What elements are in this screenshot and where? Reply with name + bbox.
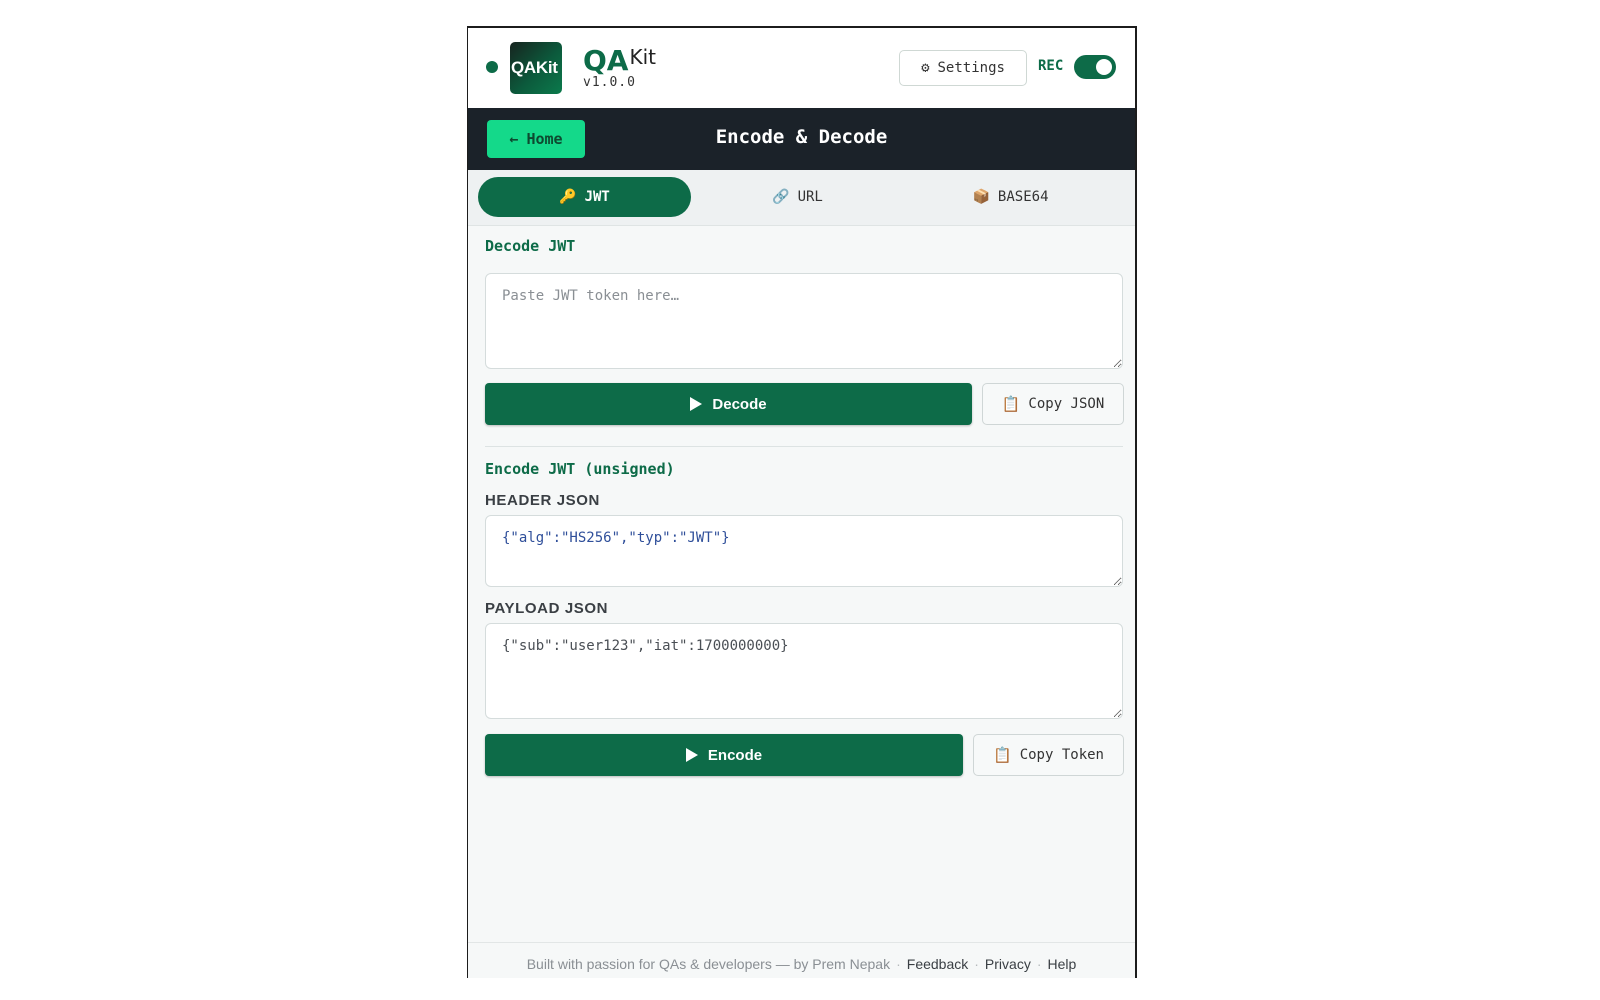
copy-token-button[interactable]: 📋 Copy Token — [973, 734, 1124, 776]
tab-label: JWT — [584, 189, 610, 205]
app-logo: QAKit — [510, 42, 562, 94]
app-version: v1.0.0 — [583, 75, 636, 90]
brand-name: QAKit — [583, 44, 656, 77]
copy-json-button[interactable]: 📋 Copy JSON — [982, 383, 1124, 425]
footer: Built with passion for QAs & developers … — [468, 942, 1135, 978]
tab-bar: 🔑 JWT 🔗 URL 📦 BASE64 — [468, 170, 1135, 226]
extension-popup: QAKit QAKit v1.0.0 ⚙ Settings REC ← Home… — [467, 26, 1137, 978]
clipboard-icon: 📋 — [993, 746, 1012, 764]
rec-toggle[interactable] — [1074, 55, 1116, 79]
brand-qa: QA — [583, 44, 629, 77]
header-json-input[interactable] — [485, 515, 1123, 587]
encode-section-title: Encode JWT (unsigned) — [485, 460, 675, 478]
status-dot — [486, 61, 498, 73]
copy-json-label: Copy JSON — [1028, 396, 1105, 412]
footer-separator: · — [896, 956, 901, 972]
tab-label: BASE64 — [997, 189, 1049, 205]
title-bar: ← Home Encode & Decode — [468, 108, 1135, 170]
tab-jwt[interactable]: 🔑 JWT — [478, 177, 691, 217]
privacy-link[interactable]: Privacy — [985, 956, 1031, 972]
package-icon: 📦 — [972, 189, 990, 205]
clipboard-icon: 📋 — [1001, 395, 1021, 413]
tab-label: URL — [797, 189, 823, 205]
toggle-knob — [1096, 59, 1112, 75]
payload-json-label: PAYLOAD JSON — [485, 600, 609, 617]
header-json-label: HEADER JSON — [485, 492, 600, 509]
section-divider — [485, 446, 1123, 447]
decode-button[interactable]: Decode — [485, 383, 972, 425]
decode-section-title: Decode JWT — [485, 237, 576, 255]
settings-label: Settings — [937, 60, 1005, 76]
gear-icon: ⚙ — [921, 60, 930, 76]
settings-button[interactable]: ⚙ Settings — [899, 50, 1027, 86]
footer-credit: Built with passion for QAs & developers … — [526, 956, 891, 972]
payload-json-input[interactable] — [485, 623, 1123, 719]
brand-kit: Kit — [629, 45, 656, 69]
link-icon: 🔗 — [772, 189, 790, 205]
footer-separator: · — [1036, 956, 1042, 972]
play-icon — [690, 397, 703, 411]
decode-label: Decode — [712, 395, 767, 413]
play-icon — [685, 748, 698, 762]
encode-button[interactable]: Encode — [485, 734, 963, 776]
tab-url[interactable]: 🔗 URL — [691, 177, 904, 217]
feedback-link[interactable]: Feedback — [907, 956, 968, 972]
jwt-token-input[interactable] — [485, 273, 1123, 369]
help-link[interactable]: Help — [1048, 956, 1077, 972]
key-icon: 🔑 — [559, 189, 577, 205]
encode-label: Encode — [707, 746, 763, 764]
app-header: QAKit QAKit v1.0.0 ⚙ Settings REC — [468, 28, 1135, 108]
rec-label: REC — [1038, 58, 1064, 74]
page-title: Encode & Decode — [715, 126, 888, 148]
copy-token-label: Copy Token — [1019, 747, 1104, 763]
tab-base64[interactable]: 📦 BASE64 — [904, 177, 1117, 217]
footer-separator: · — [974, 956, 979, 972]
